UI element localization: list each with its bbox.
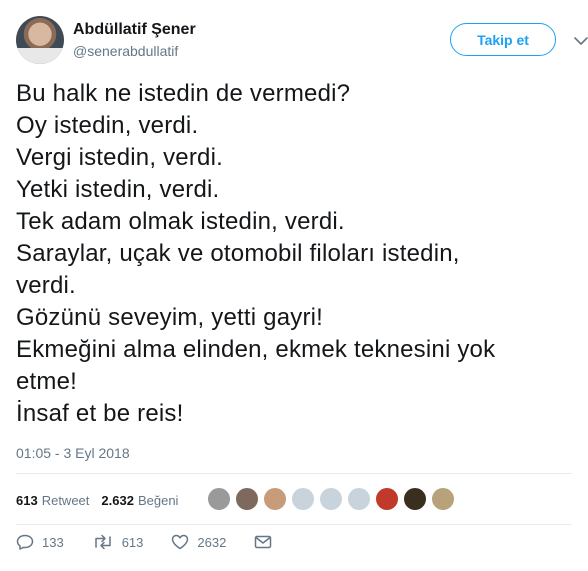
envelope-icon [255, 535, 272, 549]
tweet-line: Yetki istedin, verdi. [16, 176, 220, 203]
tweet-timestamp[interactable]: 01:05 - 3 Eyl 2018 [16, 445, 130, 461]
liker-avatar[interactable] [319, 487, 343, 511]
tweet-line: Tek adam olmak istedin, verdi. [16, 208, 345, 235]
tweet-header: Abdüllatif Şener @senerabdullatif Takip … [16, 0, 588, 74]
liker-avatar[interactable] [207, 487, 231, 511]
tweet-text: Bu halk ne istedin de vermedi? Oy istedi… [16, 78, 572, 430]
retweet-stat-count: 613 [16, 492, 38, 508]
liker-avatar[interactable] [375, 487, 399, 511]
reply-icon [16, 534, 34, 550]
like-action[interactable]: 2632 [171, 534, 226, 550]
tweet-card: Abdüllatif Şener @senerabdullatif Takip … [0, 0, 588, 571]
tweet-line: Ekmeğini alma elinden, ekmek teknesini y… [16, 336, 496, 363]
liker-avatar[interactable] [291, 487, 315, 511]
tweet-line: Bu halk ne istedin de vermedi? [16, 80, 351, 107]
liker-avatar[interactable] [347, 487, 371, 511]
tweet-stats: 613 Retweet 2.632 Beğeni [16, 483, 190, 517]
retweet-stat[interactable]: 613 Retweet [16, 493, 89, 508]
follow-button[interactable]: Takip et [450, 23, 556, 56]
user-handle[interactable]: @senerabdullatif [73, 42, 196, 60]
tweet-line: Saraylar, uçak ve otomobil filoları iste… [16, 240, 460, 267]
message-action[interactable] [254, 535, 280, 549]
tweet-line: etme! [16, 368, 78, 395]
liker-avatar[interactable] [235, 487, 259, 511]
tweet-actions: 133 613 2632 [16, 534, 308, 550]
avatar[interactable] [16, 16, 64, 64]
divider [16, 524, 572, 525]
tweet-line: Gözünü seveyim, yetti gayri! [16, 304, 324, 331]
liker-avatar[interactable] [431, 487, 455, 511]
reply-count: 133 [42, 534, 64, 550]
divider [16, 473, 572, 474]
like-stat-count: 2.632 [101, 492, 134, 508]
like-stat-label: Beğeni [137, 492, 179, 508]
liker-avatars [207, 487, 459, 511]
user-fullname[interactable]: Abdüllatif Şener [73, 20, 196, 40]
retweet-action[interactable]: 613 [92, 534, 144, 550]
retweet-icon [94, 534, 111, 550]
user-info[interactable]: Abdüllatif Şener @senerabdullatif [73, 20, 196, 60]
retweet-count: 613 [121, 534, 144, 550]
tweet-line: verdi. [16, 272, 76, 299]
retweet-stat-label: Retweet [41, 492, 90, 508]
heart-icon [172, 534, 189, 550]
like-stat[interactable]: 2.632 Beğeni [101, 493, 178, 508]
chevron-down-icon[interactable] [574, 36, 588, 46]
tweet-line: Vergi istedin, verdi. [16, 144, 223, 171]
tweet-line: İnsaf et be reis! [16, 400, 184, 427]
tweet-line: Oy istedin, verdi. [16, 112, 199, 139]
liker-avatar[interactable] [263, 487, 287, 511]
liker-avatar[interactable] [403, 487, 427, 511]
reply-action[interactable]: 133 [16, 534, 64, 550]
like-count: 2632 [197, 534, 227, 550]
